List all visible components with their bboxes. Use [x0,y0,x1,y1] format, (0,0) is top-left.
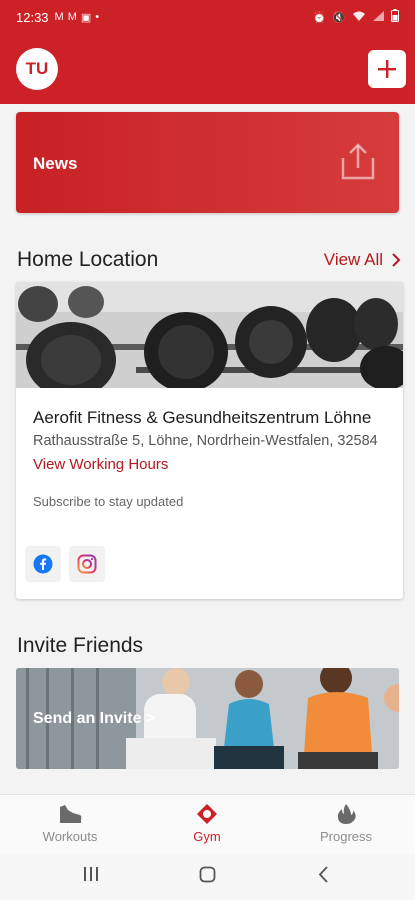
gmail-icon: M [54,11,64,23]
battery-icon [391,9,399,25]
sneaker-icon [60,805,82,823]
back-icon [318,866,328,883]
image-icon: ▣ [80,11,92,24]
subscribe-text: Subscribe to stay updated [33,494,184,509]
nav-workouts[interactable]: Workouts [0,795,140,855]
status-time: 12:33 [16,9,49,25]
mute-icon: 🔇 [332,11,346,24]
dot-icon: • [95,11,100,23]
flame-icon [337,804,356,824]
nav-gym[interactable]: Gym [137,795,277,855]
chevron-right-icon [392,253,401,267]
recents-icon [84,867,98,881]
recents-button[interactable] [83,866,99,887]
share-icon [341,143,375,180]
news-label: News [33,154,78,173]
add-button[interactable] [368,50,406,88]
facebook-button[interactable] [25,546,61,582]
wifi-icon [352,10,366,25]
view-working-hours-link[interactable]: View Working Hours [33,456,168,473]
plus-icon [378,60,396,78]
system-nav-bar [0,854,415,900]
home-location-title: Home Location [17,248,159,271]
status-icons: ⏰ 🔇 [313,9,399,25]
gym-photo [16,282,403,388]
view-all-label: View All [323,250,383,269]
invite-friends-title: Invite Friends [17,634,144,657]
nav-progress-label: Progress [319,829,373,844]
send-invite-cta: Send an Invite > [33,710,156,727]
news-banner[interactable]: News [16,112,399,213]
gmail-icon: M [67,11,77,23]
avatar-initials: TU [25,59,49,78]
nav-gym-label: Gym [193,829,221,844]
back-button[interactable] [317,866,329,888]
avatar[interactable]: TU [16,48,58,90]
gym-address: Rathausstraße 5, Löhne, Nordrhein-Westfa… [33,433,378,449]
home-button[interactable] [199,866,216,888]
home-icon [199,866,216,883]
instagram-icon [77,554,97,574]
facebook-icon [33,554,53,574]
dumbbells-image [16,282,403,388]
gym-name: Aerofit Fitness & Gesundheitszentrum Löh… [33,408,372,427]
alarm-icon: ⏰ [312,11,327,24]
signal-icon [372,10,385,25]
gym-card[interactable]: Aerofit Fitness & Gesundheitszentrum Löh… [16,282,403,599]
nav-progress[interactable]: Progress [276,795,415,855]
status-bar: 12:33 M M ▣ • ⏰ 🔇 [0,0,415,34]
location-pin-icon [197,804,217,824]
invite-banner[interactable]: Send an Invite > [16,668,399,769]
bottom-nav: Workouts Gym Progress [0,794,415,854]
nav-workouts-label: Workouts [42,829,98,844]
instagram-button[interactable] [69,546,105,582]
app-header: TU [0,34,415,104]
view-all-link[interactable]: View All [324,250,401,270]
